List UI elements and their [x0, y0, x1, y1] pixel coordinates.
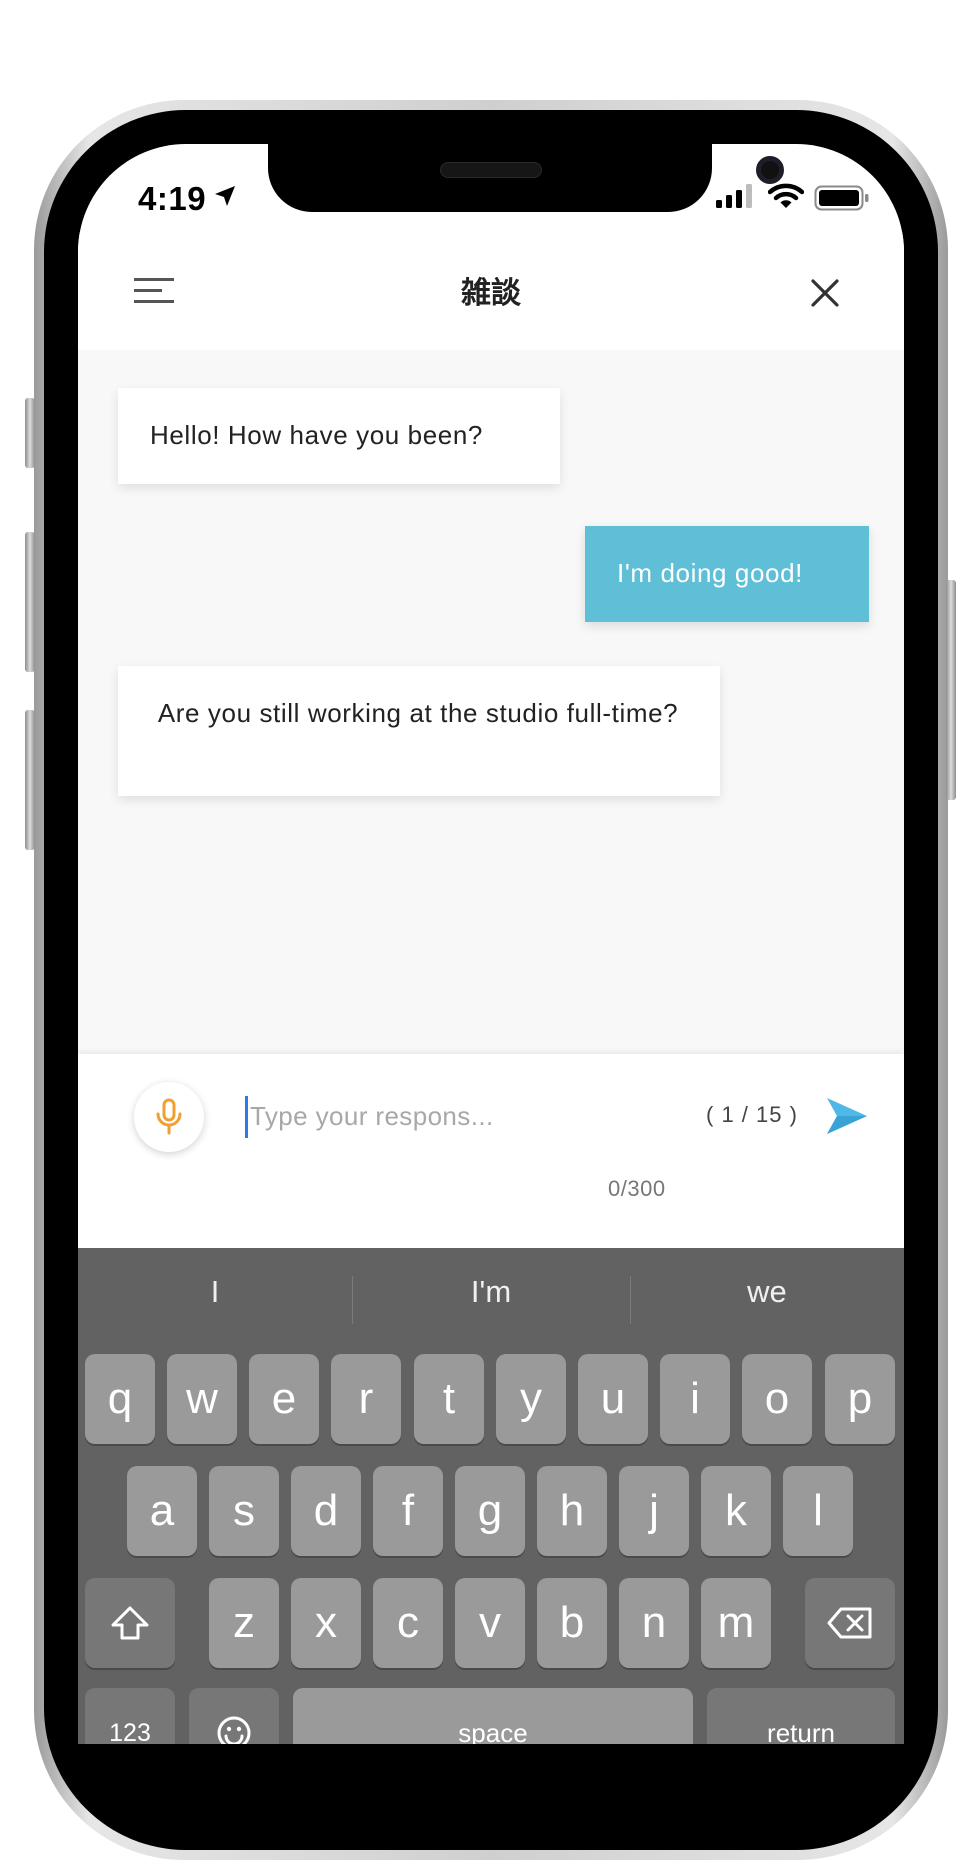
backspace-key[interactable]: [805, 1578, 895, 1668]
front-camera: [756, 156, 784, 184]
chat-area[interactable]: Hello! How have you been? I'm doing good…: [78, 350, 904, 1054]
shift-key[interactable]: [85, 1578, 175, 1668]
app-header: 雑談: [78, 232, 904, 350]
key-q[interactable]: q: [85, 1354, 155, 1444]
key-m[interactable]: m: [701, 1578, 771, 1668]
key-o[interactable]: o: [742, 1354, 812, 1444]
key-i[interactable]: i: [660, 1354, 730, 1444]
composer: ( 1 / 15 ) 0/300: [78, 1054, 904, 1248]
keyboard: I I'm we q w e r t y u i o p a s d f g h…: [78, 1248, 904, 1744]
close-icon[interactable]: [810, 278, 840, 308]
key-z[interactable]: z: [209, 1578, 279, 1668]
power-button: [946, 580, 956, 800]
key-j[interactable]: j: [619, 1466, 689, 1556]
key-h[interactable]: h: [537, 1466, 607, 1556]
key-l[interactable]: l: [783, 1466, 853, 1556]
emoji-icon: [217, 1716, 251, 1744]
key-v[interactable]: v: [455, 1578, 525, 1668]
send-icon[interactable]: [825, 1094, 869, 1138]
microphone-icon: [156, 1098, 182, 1135]
key-s[interactable]: s: [209, 1466, 279, 1556]
emoji-key[interactable]: [189, 1688, 279, 1744]
signal-icon: [716, 184, 752, 208]
page-title: 雑談: [461, 277, 521, 310]
volume-up-button: [25, 532, 35, 672]
microphone-button[interactable]: [134, 1082, 204, 1152]
speaker-grille: [440, 162, 542, 178]
return-key[interactable]: return: [707, 1688, 895, 1744]
key-x[interactable]: x: [291, 1578, 361, 1668]
key-b[interactable]: b: [537, 1578, 607, 1668]
key-r[interactable]: r: [331, 1354, 401, 1444]
key-w[interactable]: w: [167, 1354, 237, 1444]
volume-down-button: [25, 710, 35, 850]
numbers-key[interactable]: 123: [85, 1688, 175, 1744]
battery-icon: [814, 185, 869, 211]
key-k[interactable]: k: [701, 1466, 771, 1556]
notch: [268, 144, 784, 212]
status-time: 4:19: [138, 180, 207, 217]
space-key[interactable]: space: [293, 1688, 693, 1744]
user-message: I'm doing good!: [585, 526, 869, 622]
key-n[interactable]: n: [619, 1578, 689, 1668]
bot-message: Are you still working at the studio full…: [118, 666, 720, 796]
location-arrow-icon: [215, 186, 235, 206]
char-count: 0/300: [608, 1176, 666, 1201]
key-e[interactable]: e: [249, 1354, 319, 1444]
response-input[interactable]: [248, 1094, 650, 1138]
key-a[interactable]: a: [127, 1466, 197, 1556]
silent-switch: [25, 398, 35, 468]
screen: 4:19 雑談 Hello! How have you been? I'm do…: [78, 144, 904, 1744]
key-g[interactable]: g: [455, 1466, 525, 1556]
key-c[interactable]: c: [373, 1578, 443, 1668]
suggestion-divider: [352, 1276, 353, 1324]
wifi-icon: [768, 183, 804, 208]
bot-message: Hello! How have you been?: [118, 388, 560, 484]
key-t[interactable]: t: [414, 1354, 484, 1444]
question-counter: ( 1 / 15 ): [706, 1102, 798, 1127]
backspace-icon: [827, 1607, 872, 1639]
key-y[interactable]: y: [496, 1354, 566, 1444]
key-u[interactable]: u: [578, 1354, 648, 1444]
key-f[interactable]: f: [373, 1466, 443, 1556]
suggestion-3[interactable]: we: [630, 1274, 904, 1310]
suggestion-1[interactable]: I: [78, 1274, 352, 1310]
key-p[interactable]: p: [825, 1354, 895, 1444]
shift-icon: [111, 1606, 149, 1640]
suggestion-2[interactable]: I'm: [354, 1274, 628, 1310]
key-d[interactable]: d: [291, 1466, 361, 1556]
